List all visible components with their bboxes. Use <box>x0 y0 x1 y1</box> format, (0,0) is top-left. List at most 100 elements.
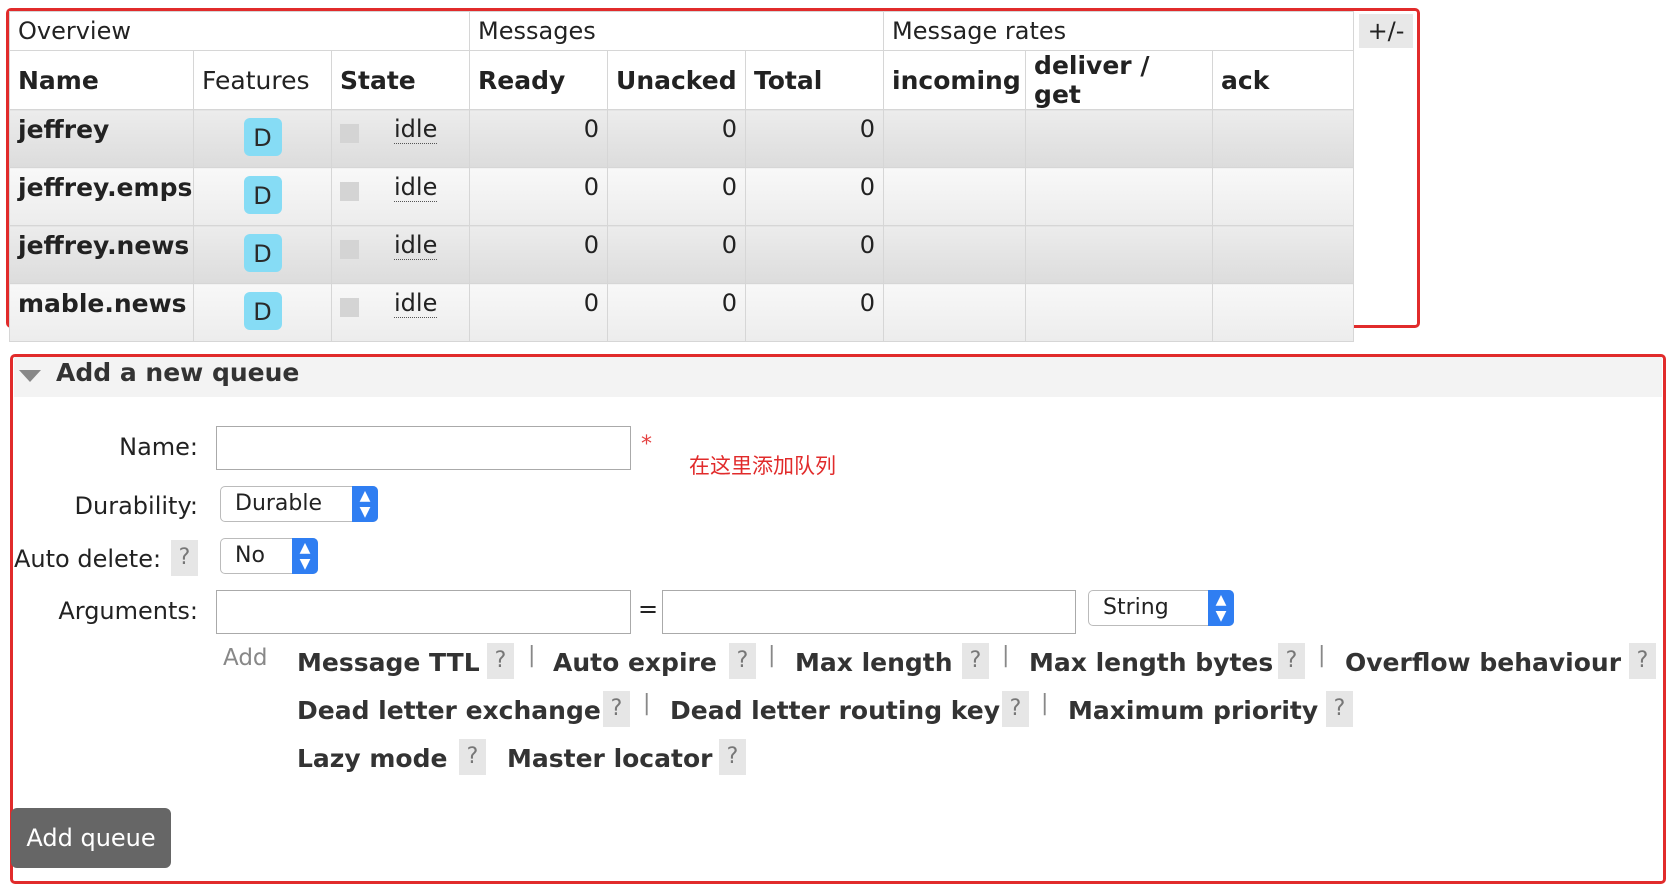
arg-dead-letter-routing-key-link[interactable]: Dead letter routing key <box>670 696 1000 725</box>
queue-name-link[interactable]: jeffrey <box>18 115 109 144</box>
unacked-count: 0 <box>607 109 747 168</box>
arg-master-locator-link[interactable]: Master locator <box>507 744 712 773</box>
collapse-triangle-icon[interactable] <box>19 370 41 382</box>
argument-key-input[interactable] <box>216 590 631 634</box>
col-ack[interactable]: ack <box>1212 50 1355 110</box>
queue-name-link[interactable]: mable.news <box>18 289 187 318</box>
equals-sign: = <box>638 595 659 623</box>
ready-count: 0 <box>469 109 609 168</box>
dead-letter-routing-key-help-icon[interactable]: ? <box>1002 691 1029 727</box>
deliver-get-rate <box>1025 109 1214 168</box>
auto-delete-select[interactable]: No ▲ ▼ <box>220 538 318 574</box>
durable-feature-badge: D <box>243 176 282 214</box>
unacked-count: 0 <box>607 167 747 226</box>
group-header-overview: Overview <box>8 11 471 51</box>
durability-select[interactable]: Durable ▲ ▼ <box>220 486 378 522</box>
ready-count: 0 <box>469 167 609 226</box>
col-state[interactable]: State <box>330 50 471 110</box>
add-argument-label: Add <box>223 645 268 671</box>
separator: | <box>528 643 536 668</box>
durable-feature-badge: D <box>243 292 282 330</box>
ready-count: 0 <box>469 283 609 342</box>
required-mark: * <box>641 432 652 457</box>
durable-feature-badge: D <box>243 118 282 156</box>
state-label: idle <box>394 289 438 318</box>
separator: | <box>768 643 776 668</box>
queue-name-link[interactable]: jeffrey.news <box>18 231 189 260</box>
select-updown-icon: ▲ ▼ <box>352 486 378 522</box>
arguments-label: Arguments: <box>58 597 198 625</box>
col-deliver-get[interactable]: deliver / get <box>1025 50 1214 110</box>
durability-value: Durable <box>235 491 323 516</box>
unacked-count: 0 <box>607 225 747 284</box>
deliver-get-rate <box>1025 225 1214 284</box>
ready-count: 0 <box>469 225 609 284</box>
arg-max-length-link[interactable]: Max length <box>795 648 953 677</box>
queue-name-link[interactable]: jeffrey.emps <box>18 173 192 202</box>
arg-message-ttl-link[interactable]: Message TTL <box>297 648 480 677</box>
auto-delete-help-icon[interactable]: ? <box>171 540 198 576</box>
dead-letter-exchange-help-icon[interactable]: ? <box>603 691 630 727</box>
ack-rate <box>1212 109 1355 168</box>
table-row: jeffrey.news D idle 0 0 0 <box>9 225 1355 284</box>
argument-value-input[interactable] <box>662 590 1076 634</box>
col-total[interactable]: Total <box>745 50 885 110</box>
arg-max-length-bytes-link[interactable]: Max length bytes <box>1029 648 1273 677</box>
table-row: jeffrey D idle 0 0 0 <box>9 109 1355 168</box>
table-row: mable.news D idle 0 0 0 <box>9 283 1355 342</box>
name-label: Name: <box>119 433 198 461</box>
add-queue-button[interactable]: Add queue <box>11 808 171 868</box>
total-count: 0 <box>745 109 885 168</box>
arg-overflow-behaviour-link[interactable]: Overflow behaviour <box>1345 648 1621 677</box>
arg-lazy-mode-link[interactable]: Lazy mode <box>297 744 447 773</box>
separator: | <box>1318 643 1326 668</box>
queue-name-input[interactable] <box>216 426 631 470</box>
max-length-help-icon[interactable]: ? <box>962 643 989 679</box>
master-locator-help-icon[interactable]: ? <box>719 739 746 775</box>
col-unacked[interactable]: Unacked <box>607 50 747 110</box>
col-name[interactable]: Name <box>9 50 194 110</box>
ack-rate <box>1212 167 1355 226</box>
state-label: idle <box>394 173 438 202</box>
incoming-rate <box>883 283 1027 342</box>
total-count: 0 <box>745 283 885 342</box>
separator: | <box>1041 691 1049 716</box>
argument-type-value: String <box>1103 595 1169 620</box>
maximum-priority-help-icon[interactable]: ? <box>1326 691 1353 727</box>
unacked-count: 0 <box>607 283 747 342</box>
overflow-behaviour-help-icon[interactable]: ? <box>1629 643 1656 679</box>
state-indicator-icon <box>340 240 359 259</box>
ack-rate <box>1212 283 1355 342</box>
state-indicator-icon <box>340 182 359 201</box>
deliver-get-rate <box>1025 167 1214 226</box>
state-indicator-icon <box>340 124 359 143</box>
argument-type-select[interactable]: String ▲ ▼ <box>1088 590 1234 626</box>
separator: | <box>643 691 651 716</box>
table-row: jeffrey.emps D idle 0 0 0 <box>9 167 1355 226</box>
annotation-note: 在这里添加队列 <box>689 454 836 478</box>
durable-feature-badge: D <box>243 234 282 272</box>
auto-delete-label: Auto delete: <box>14 545 162 573</box>
auto-delete-value: No <box>235 543 265 568</box>
state-label: idle <box>394 115 438 144</box>
select-updown-icon: ▲ ▼ <box>1208 590 1234 626</box>
col-ready[interactable]: Ready <box>469 50 609 110</box>
ack-rate <box>1212 225 1355 284</box>
deliver-get-rate <box>1025 283 1214 342</box>
incoming-rate <box>883 225 1027 284</box>
max-length-bytes-help-icon[interactable]: ? <box>1278 643 1305 679</box>
durability-label: Durability: <box>74 492 198 520</box>
total-count: 0 <box>745 225 885 284</box>
lazy-mode-help-icon[interactable]: ? <box>459 739 486 775</box>
arg-dead-letter-exchange-link[interactable]: Dead letter exchange <box>297 696 601 725</box>
add-queue-title[interactable]: Add a new queue <box>56 358 299 387</box>
toggle-columns-button[interactable]: +/- <box>1359 14 1413 48</box>
auto-expire-help-icon[interactable]: ? <box>729 643 756 679</box>
col-incoming[interactable]: incoming <box>883 50 1027 110</box>
arg-auto-expire-link[interactable]: Auto expire <box>553 648 717 677</box>
incoming-rate <box>883 167 1027 226</box>
select-updown-icon: ▲ ▼ <box>292 538 318 574</box>
total-count: 0 <box>745 167 885 226</box>
arg-maximum-priority-link[interactable]: Maximum priority <box>1068 696 1318 725</box>
message-ttl-help-icon[interactable]: ? <box>487 643 514 679</box>
